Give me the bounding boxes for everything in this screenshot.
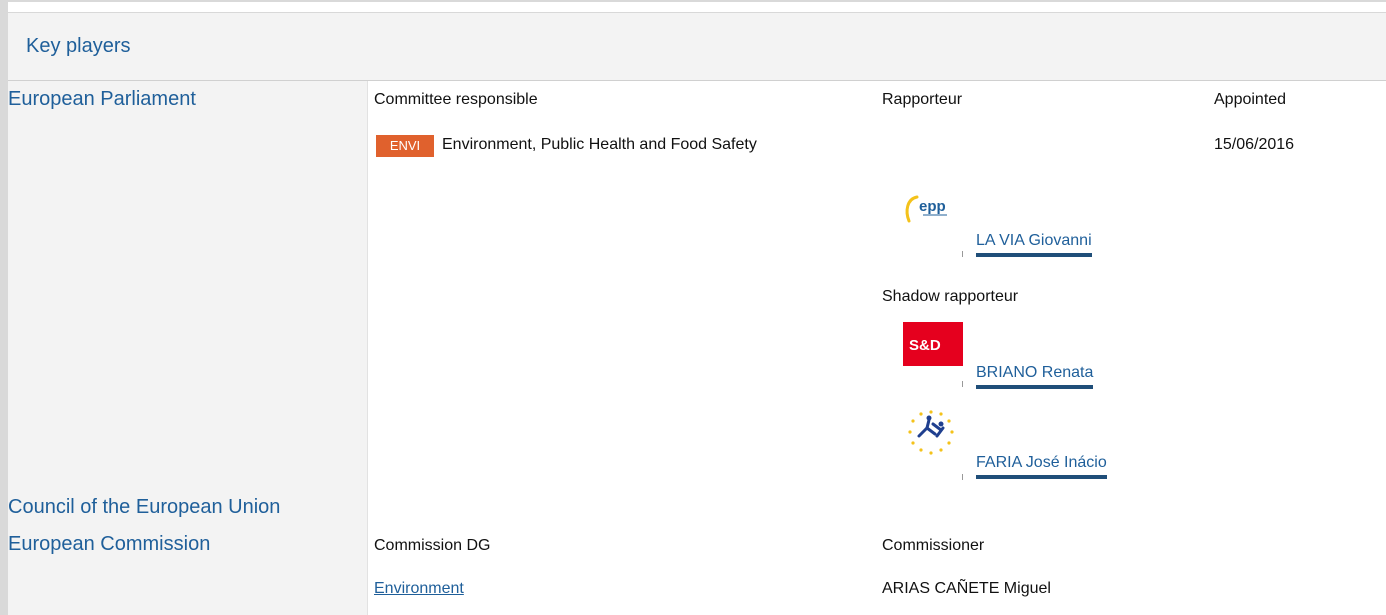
tick-mark bbox=[962, 251, 963, 257]
epp-logo-text: epp bbox=[919, 198, 946, 215]
commission-dg-link-environment[interactable]: Environment bbox=[374, 580, 464, 598]
institution-council: Council of the European Union bbox=[8, 496, 281, 518]
shadow-rapporteur-label: Shadow rapporteur bbox=[882, 288, 1019, 305]
commission-dg-header: Commission DG bbox=[374, 537, 491, 554]
shadow-rapporteur-link-faria[interactable]: FARIA José Inácio bbox=[976, 454, 1107, 479]
rapporteur-header: Rapporteur bbox=[882, 91, 963, 108]
tick-mark bbox=[962, 381, 963, 387]
committee-code-badge: ENVI bbox=[376, 135, 434, 157]
shadow-rapporteur-link-briano[interactable]: BRIANO Renata bbox=[976, 364, 1094, 389]
sd-logo-text: S&D bbox=[909, 337, 941, 354]
sd-logo-icon: S&D bbox=[903, 322, 963, 366]
section-header: Key players bbox=[8, 12, 1386, 81]
section-title: Key players bbox=[26, 35, 131, 57]
institution-european-commission: European Commission bbox=[8, 533, 211, 555]
tick-mark bbox=[962, 474, 963, 480]
committee-responsible-header: Committee responsible bbox=[374, 91, 538, 108]
appointed-date: 15/06/2016 bbox=[1214, 136, 1295, 153]
efdd-logo-icon bbox=[903, 406, 959, 462]
appointed-header: Appointed bbox=[1214, 91, 1287, 108]
rapporteur-link-la-via[interactable]: LA VIA Giovanni bbox=[976, 232, 1092, 257]
commissioner-name: ARIAS CAÑETE Miguel bbox=[882, 580, 1051, 597]
epp-logo-icon: epp bbox=[903, 189, 965, 241]
commissioner-header: Commissioner bbox=[882, 537, 985, 554]
committee-name: Environment, Public Health and Food Safe… bbox=[442, 136, 757, 153]
institution-european-parliament: European Parliament bbox=[8, 88, 196, 110]
